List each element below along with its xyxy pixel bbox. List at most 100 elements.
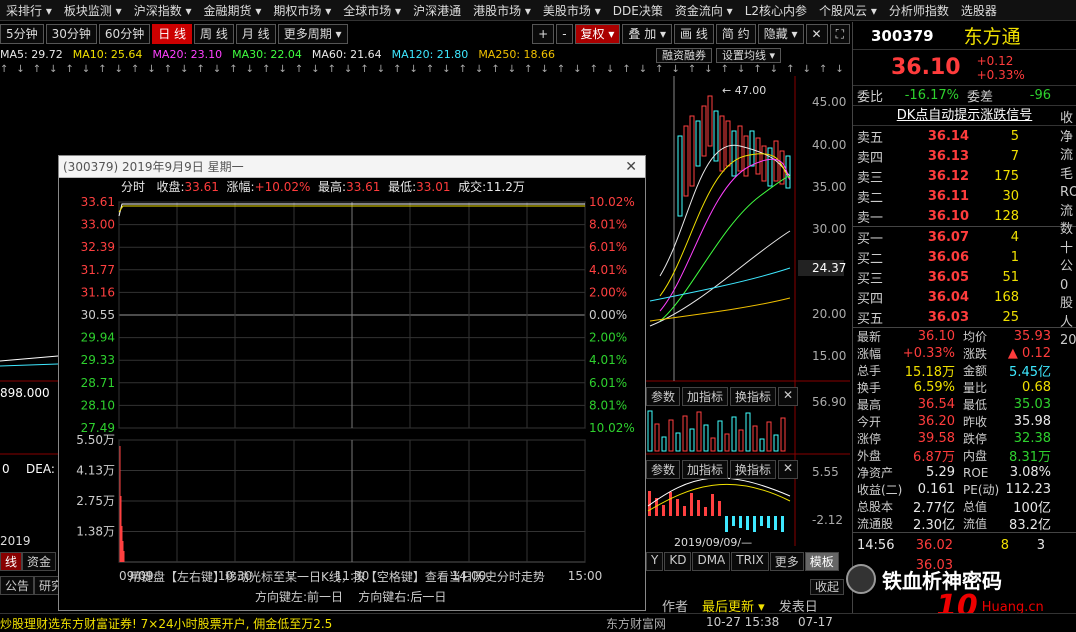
toolbar-right-button-8[interactable]: ⛶ xyxy=(829,24,850,44)
param-button-2[interactable]: 参数 xyxy=(646,460,681,479)
toolbar-right-button-2[interactable]: 复权 ▾ xyxy=(574,24,621,44)
stat-value: 0.161 xyxy=(917,482,955,497)
toolbar-right-button-3[interactable]: 叠 加 ▾ xyxy=(622,24,673,44)
tab-y[interactable]: Y xyxy=(646,552,664,571)
tab-kline[interactable]: 线 xyxy=(0,552,23,571)
wechat-icon xyxy=(846,564,876,594)
ask-price[interactable]: 36.12 xyxy=(913,169,969,184)
stat-value: 6.59% xyxy=(913,380,955,395)
stat-row-0: 最新 36.10 均价 35.93 xyxy=(853,328,1076,345)
close-icon[interactable]: ✕ xyxy=(625,156,637,178)
candle xyxy=(707,95,713,147)
edge-char-5: 流 xyxy=(1060,203,1074,219)
bid-price[interactable]: 36.03 xyxy=(913,310,969,325)
menu-item-12[interactable]: 个股风云 ▾ xyxy=(813,2,883,19)
stat-value: 39.58 xyxy=(917,431,955,446)
bid-price[interactable]: 36.05 xyxy=(913,270,969,285)
menu-item-5[interactable]: 全球市场 ▾ xyxy=(337,2,407,19)
volume-bar xyxy=(703,424,709,452)
menu-item-0[interactable]: 采排行 ▾ xyxy=(0,2,58,19)
menu-item-3[interactable]: 金融期货 ▾ xyxy=(198,2,268,19)
bid-volume: 51 xyxy=(1002,269,1019,285)
param-button[interactable]: 参数 xyxy=(646,387,681,406)
tab-template[interactable]: 模板 xyxy=(804,552,839,571)
bid-price[interactable]: 36.07 xyxy=(913,230,969,245)
macd-bar xyxy=(725,516,728,532)
stat-value: 8.31万 xyxy=(1009,450,1051,465)
toolbar-right-button-1[interactable]: - xyxy=(556,24,573,44)
ask-volume: 175 xyxy=(994,168,1019,184)
high-label: 最高: xyxy=(318,180,347,194)
add-indicator-button[interactable]: 加指标 xyxy=(682,387,729,406)
period-button-1[interactable]: 30分钟 xyxy=(45,24,97,44)
stat-label: 昨收 xyxy=(963,415,988,429)
menu-item-2[interactable]: 沪深指数 ▾ xyxy=(128,2,198,19)
toolbar-right-button-7[interactable]: ✕ xyxy=(805,24,828,44)
menu-item-9[interactable]: DDE决策 xyxy=(607,2,669,19)
stat-value: 112.23 xyxy=(1005,482,1052,497)
tab-more[interactable]: 更多 xyxy=(769,552,804,571)
macd-bar xyxy=(760,516,763,526)
margin-trading-button[interactable]: 融资融券 xyxy=(656,48,712,63)
popup-info-row: 分时 收盘:33.61 涨幅:+10.02% 最高:33.61 最低:33.01… xyxy=(59,178,645,196)
ask-price[interactable]: 36.10 xyxy=(913,209,969,224)
stat-value: 0.68 xyxy=(1022,380,1051,395)
tab-kd[interactable]: KD xyxy=(664,552,692,571)
volume-bar xyxy=(689,428,695,452)
menu-item-1[interactable]: 板块监测 ▾ xyxy=(58,2,128,19)
left-edge-line-2 xyxy=(0,363,59,367)
stat-value: 5.29 xyxy=(926,465,955,480)
weibi-value: -16.17% xyxy=(904,88,959,103)
ad-link[interactable]: 炒股理财选东方财富证券! 7×24小时股票开户, 佣金低至万2.5 xyxy=(0,615,332,632)
period-button-4[interactable]: 周 线 xyxy=(194,24,234,44)
collapse-button[interactable]: 收起 xyxy=(810,578,845,595)
period-button-6[interactable]: 更多周期 ▾ xyxy=(277,24,348,44)
add-indicator-button-2[interactable]: 加指标 xyxy=(682,460,729,479)
intraday-chart[interactable]: 33.61 10.02% 33.00 8.01% 32.39 6.01% 31.77 4.01… xyxy=(59,196,645,588)
period-button-0[interactable]: 5分钟 xyxy=(0,24,44,44)
ma-settings-button[interactable]: 设置均线 ▾ xyxy=(716,48,782,63)
menu-item-6[interactable]: 沪深港通 xyxy=(407,2,467,19)
toolbar-right-button-4[interactable]: 画 线 xyxy=(674,24,714,44)
candle xyxy=(725,120,731,167)
bid-price[interactable]: 36.04 xyxy=(913,290,969,305)
menu-item-11[interactable]: L2核心内参 xyxy=(739,2,813,19)
menu-item-8[interactable]: 美股市场 ▾ xyxy=(537,2,607,19)
tab-announcement[interactable]: 公告 xyxy=(0,576,35,595)
stat-value: ▲ 0.12 xyxy=(1007,346,1051,361)
stat-value: 5.45亿 xyxy=(1009,365,1051,380)
dk-signal-link[interactable]: DK点自动提示涨跌信号 xyxy=(853,106,1076,126)
stat-value: 36.20 xyxy=(917,414,955,429)
toolbar-right-button-6[interactable]: 隐藏 ▾ xyxy=(757,24,804,44)
menu-item-4[interactable]: 期权市场 ▾ xyxy=(267,2,337,19)
pct-tick-right-6: 2.00% xyxy=(589,331,627,345)
switch-indicator-button-2[interactable]: 换指标 xyxy=(730,460,777,479)
period-button-2[interactable]: 60分钟 xyxy=(98,24,151,44)
ask-row-4: 卖一 36.10 128 xyxy=(853,206,1076,226)
menu-item-7[interactable]: 港股市场 ▾ xyxy=(467,2,537,19)
pct-tick-right-7: 4.01% xyxy=(589,353,627,367)
switch-indicator-button[interactable]: 换指标 xyxy=(730,387,777,406)
price-change: +0.12 xyxy=(976,53,1014,68)
stat-value: 35.03 xyxy=(1013,397,1051,412)
ask-price[interactable]: 36.14 xyxy=(913,129,969,144)
ask-price[interactable]: 36.13 xyxy=(913,149,969,164)
stat-row-3: 换手 6.59% 量比 0.68 xyxy=(853,379,1076,396)
ask-price[interactable]: 36.11 xyxy=(913,189,969,204)
bid-price[interactable]: 36.06 xyxy=(913,250,969,265)
close-indicator-button-2[interactable]: ✕ xyxy=(778,460,799,479)
menu-item-14[interactable]: 选股器 xyxy=(955,2,1003,19)
tab-trix[interactable]: TRIX xyxy=(731,552,769,571)
period-button-3[interactable]: 日 线 xyxy=(152,24,193,44)
close-indicator-button[interactable]: ✕ xyxy=(778,387,799,406)
menu-item-13[interactable]: 分析师指数 xyxy=(883,2,955,19)
stat-label: 涨跌 xyxy=(963,347,988,361)
ask-volume: 7 xyxy=(1010,148,1019,164)
period-button-5[interactable]: 月 线 xyxy=(235,24,276,44)
toolbar-right-button-5[interactable]: 简 约 xyxy=(715,24,756,44)
tab-capital[interactable]: 资金 xyxy=(22,552,57,571)
tab-dma[interactable]: DMA xyxy=(692,552,731,571)
stat-label: 跌停 xyxy=(963,432,988,446)
toolbar-right-button-0[interactable]: + xyxy=(532,24,555,44)
menu-item-10[interactable]: 资金流向 ▾ xyxy=(669,2,739,19)
